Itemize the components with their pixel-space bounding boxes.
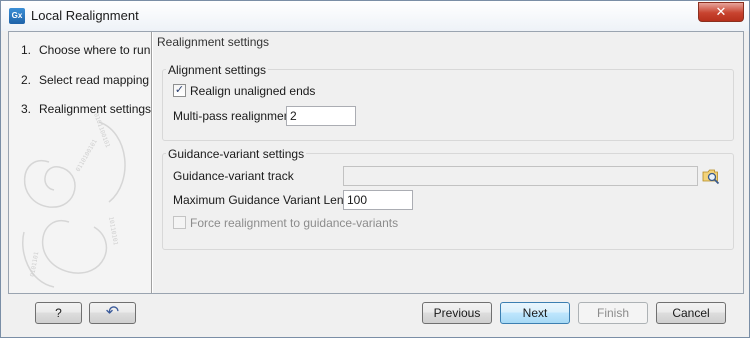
max-guidance-variant-length-input[interactable]: 100 xyxy=(343,190,413,210)
window-title: Local Realignment xyxy=(31,8,139,23)
finish-button[interactable]: Finish xyxy=(578,302,648,324)
decorative-spiral-graphic: 0101100101 0110100101 10110101 0101101 xyxy=(22,112,126,288)
multi-pass-label: Multi-pass realignment xyxy=(173,109,294,123)
title-bar: Gx Local Realignment ✕ xyxy=(1,1,749,31)
folder-browse-icon[interactable] xyxy=(702,167,720,185)
svg-text:0110100101: 0110100101 xyxy=(75,138,99,173)
alignment-settings-title: Alignment settings xyxy=(166,63,269,77)
realign-unaligned-ends-checkbox[interactable]: ✓ xyxy=(173,84,186,97)
guidance-variant-settings-title: Guidance-variant settings xyxy=(166,147,307,161)
close-button[interactable]: ✕ xyxy=(698,2,744,22)
previous-button[interactable]: Previous xyxy=(422,302,492,324)
svg-text:10110101: 10110101 xyxy=(107,216,119,246)
wizard-steps-panel: 1. Choose where to run 2. Select read mapp… xyxy=(9,32,152,293)
close-icon: ✕ xyxy=(715,4,727,19)
guidance-variant-track-field[interactable] xyxy=(343,166,698,186)
reset-icon: ↶ xyxy=(105,304,120,321)
checkmark-icon: ✓ xyxy=(174,84,185,96)
app-icon: Gx xyxy=(9,8,25,24)
alignment-settings-group xyxy=(162,69,734,141)
settings-panel: Realignment settings Alignment settings … xyxy=(153,32,743,293)
dialog-window: Gx Local Realignment ✕ 1. Choose where to… xyxy=(0,0,750,338)
force-realignment-checkbox[interactable] xyxy=(173,216,186,229)
multi-pass-input[interactable]: 2 xyxy=(286,106,356,126)
step-choose-where-to-run: 1. Choose where to run xyxy=(21,43,151,57)
page-title: Realignment settings xyxy=(157,35,270,49)
max-guidance-variant-length-label: Maximum Guidance Variant Length xyxy=(173,193,361,207)
dialog-content: 1. Choose where to run 2. Select read mapp… xyxy=(8,31,744,294)
help-icon: ? xyxy=(55,306,62,320)
next-button[interactable]: Next xyxy=(500,302,570,324)
guidance-variant-track-label: Guidance-variant track xyxy=(173,169,294,183)
step-select-read-mapping: 2. Select read mapping xyxy=(21,73,150,87)
help-button[interactable]: ? xyxy=(35,302,82,324)
reset-button[interactable]: ↶ xyxy=(89,302,136,324)
svg-text:0101101: 0101101 xyxy=(29,251,40,277)
cancel-button[interactable]: Cancel xyxy=(656,302,726,324)
realign-unaligned-ends-label: Realign unaligned ends xyxy=(190,84,316,98)
force-realignment-label: Force realignment to guidance-variants xyxy=(190,216,399,230)
